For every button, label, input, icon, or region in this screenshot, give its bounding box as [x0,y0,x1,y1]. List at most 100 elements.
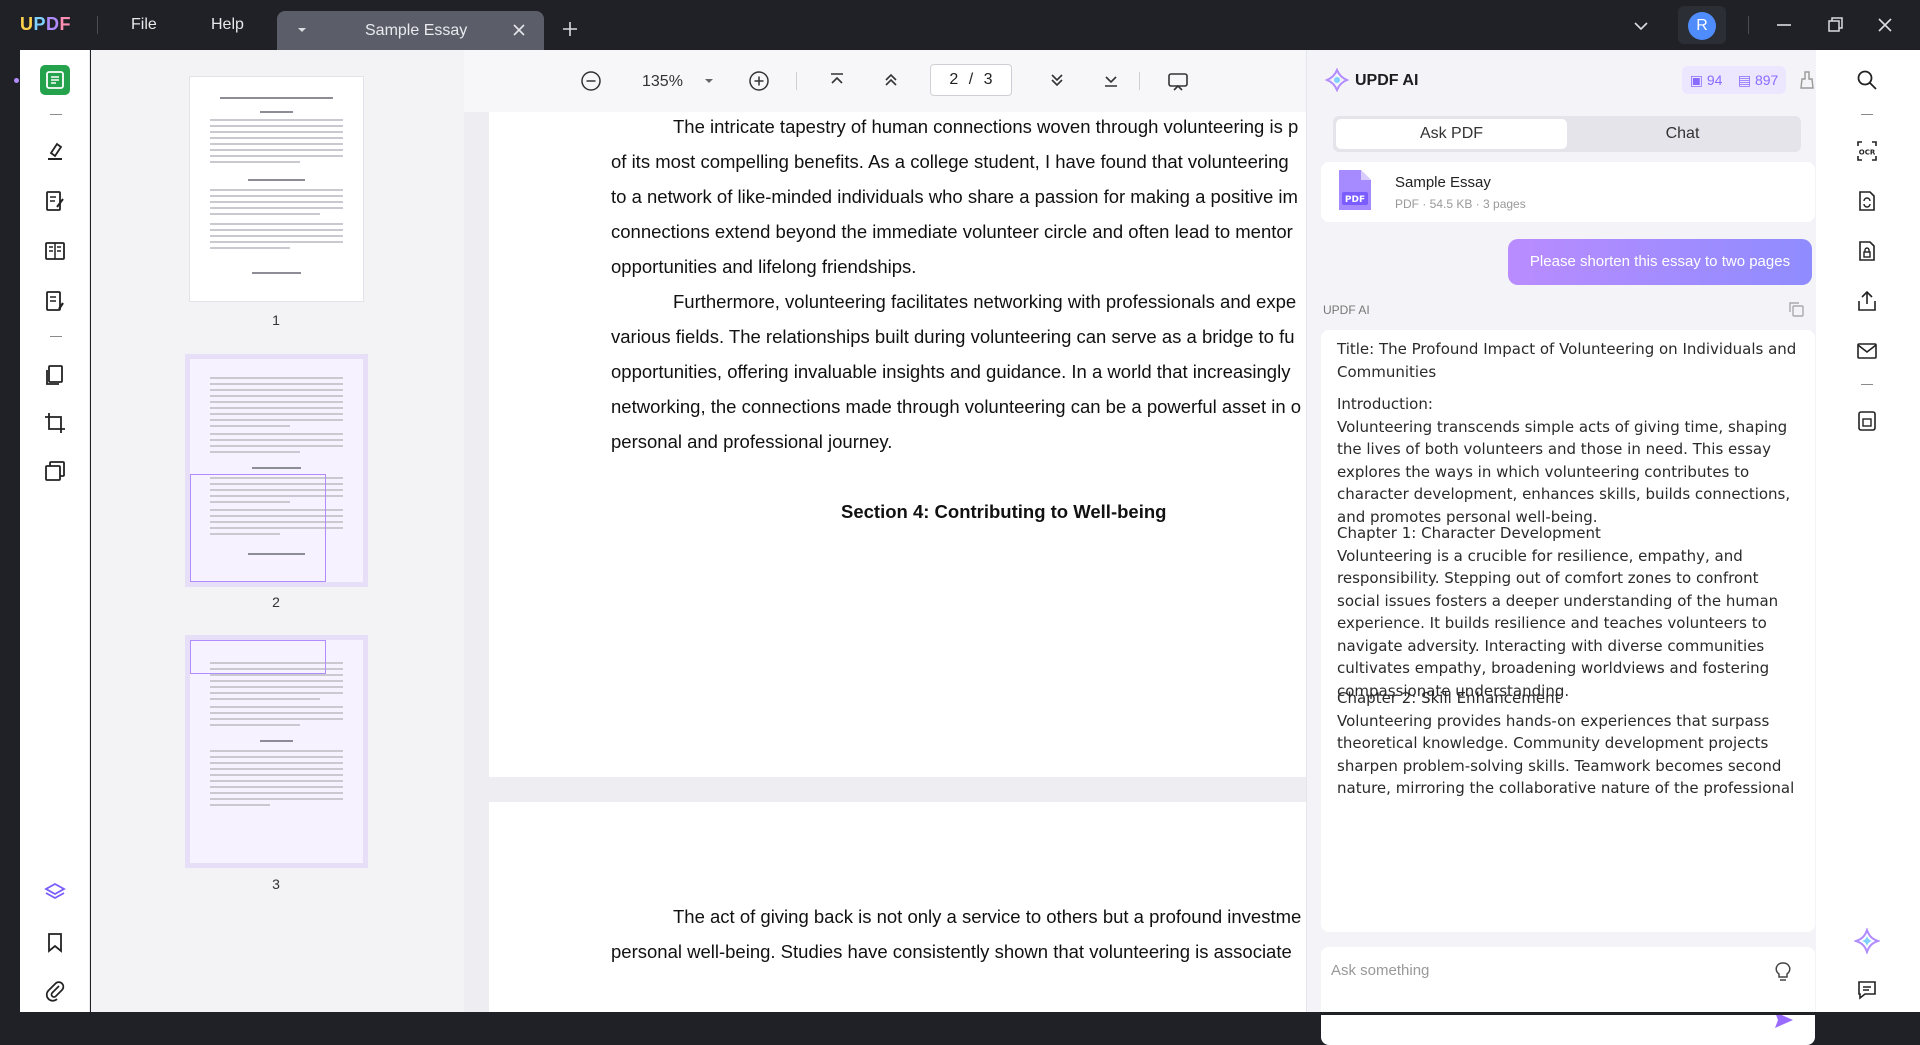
comment-icon [1856,979,1878,1001]
ocr-button[interactable]: OCR [1852,136,1882,166]
zoom-in-icon[interactable] [748,70,770,92]
zoom-dropdown-icon[interactable] [704,76,714,86]
paragraph-line: personal and professional journey. [611,431,893,452]
comments-button[interactable] [1852,975,1882,1005]
edit-document-icon [43,189,67,213]
paragraph-line: The intricate tapestry of human connecti… [673,116,1299,137]
paragraph-line: personal well-being. Studies have consis… [611,941,1292,962]
form-icon [43,289,67,313]
user-message-bubble: Please shorten this essay to two pages [1508,239,1812,285]
zoom-out-icon[interactable] [580,70,602,92]
convert-icon [1855,189,1879,213]
ask-input[interactable] [1331,955,1731,985]
active-dot-indicator [14,78,19,83]
restore-icon[interactable] [1826,16,1844,34]
svg-text:OCR: OCR [1859,149,1876,157]
pages-icon [43,363,67,387]
document-credit-icon: ▣ [1689,71,1703,88]
right-toolbar: OCR [1816,50,1920,1015]
paragraph-line: connections extend beyond the immediate … [611,221,1293,242]
page-tools-button[interactable] [40,360,70,390]
answer-introduction: Introduction: Volunteering transcends si… [1337,395,1791,526]
paragraph-line: networking, the connections made through… [611,396,1302,417]
reader-mode-button[interactable] [40,65,70,95]
chevron-down-icon[interactable] [1632,17,1650,35]
ai-assistant-icon [1854,928,1880,954]
layers-button[interactable] [40,878,70,908]
new-tab-icon[interactable] [561,20,579,38]
updf-ai-button[interactable] [1852,926,1882,956]
layers-icon [43,881,67,905]
edit-pdf-button[interactable] [40,186,70,216]
save-icon [1855,409,1879,433]
ask-input-box [1321,947,1815,1045]
first-page-icon[interactable] [827,70,847,90]
ai-panel-title: UPDF AI [1355,72,1419,89]
document-tab[interactable]: Sample Essay [277,11,544,50]
paragraph-line: Furthermore, volunteering facilitates ne… [673,291,1297,312]
page-number-input[interactable]: 2 / 3 [930,64,1012,96]
avatar[interactable]: R [1688,12,1716,40]
thumbnail-page-3[interactable] [190,640,363,863]
pdf-file-icon: PDF [1339,170,1371,210]
toolbar-divider [1139,72,1140,90]
attachment-button[interactable] [40,976,70,1006]
paperclip-icon [44,980,66,1002]
title-bar: UPDF File Help Sample Essay R [0,0,1920,50]
paragraph-line: opportunities, offering invaluable insig… [611,361,1291,382]
toolbar-divider [1861,114,1873,115]
lock-file-icon [1855,239,1879,263]
ai-panel: UPDF AI ▣ 94 ▤ 897 Ask PDF Chat PDF Samp… [1306,50,1816,1045]
viewport-rectangle[interactable] [190,640,326,674]
fill-sign-button[interactable] [40,286,70,316]
protect-pdf-button[interactable] [1852,236,1882,266]
answer-title: Title: The Profound Impact of Volunteeri… [1337,340,1797,381]
total-pages: 3 [983,71,993,88]
copy-icon[interactable] [1787,300,1805,318]
ocr-icon: OCR [1855,139,1879,163]
thumbnail-label-3: 3 [272,876,280,892]
save-button[interactable] [1852,406,1882,436]
search-button[interactable] [1852,65,1882,95]
thumbnail-page-1[interactable] [190,77,363,301]
credit-count-a: ▣ 94 [1689,71,1723,88]
answer-chapter-1: Chapter 1: Character Development Volunte… [1337,524,1779,700]
tab-ask-pdf[interactable]: Ask PDF [1336,119,1567,149]
close-window-icon[interactable] [1876,16,1894,34]
convert-button[interactable] [1852,186,1882,216]
thumbnail-page-2[interactable] [190,359,363,582]
organize-pages-button[interactable] [40,236,70,266]
menu-file[interactable]: File [131,16,157,34]
credits-badge[interactable]: ▣ 94 ▤ 897 [1682,66,1786,94]
ai-mode-switch: Ask PDF Chat [1333,116,1801,152]
paragraph-line: to a network of like-minded individuals … [611,186,1298,207]
crop-button[interactable] [40,408,70,438]
viewport-rectangle[interactable] [190,474,326,582]
file-name: Sample Essay [1395,174,1491,191]
share-button[interactable] [1852,286,1882,316]
chat-credit-icon: ▤ [1737,71,1752,88]
comment-tool-button[interactable] [40,136,70,166]
next-page-icon[interactable] [1047,70,1067,90]
clean-icon[interactable] [1798,70,1816,90]
lightbulb-icon[interactable] [1773,961,1793,983]
tab-dropdown-icon[interactable] [295,23,309,37]
last-page-icon[interactable] [1101,70,1121,90]
previous-page-icon[interactable] [881,70,901,90]
thumbnail-panel: 1 2 3 [91,50,464,1015]
email-button[interactable] [1852,336,1882,366]
close-tab-icon[interactable] [512,23,526,37]
zoom-level[interactable]: 135% [642,73,683,91]
toolbar-divider [50,114,62,115]
document-viewer: 135% 2 / 3 The intricate tapestry of hum… [464,50,1306,1015]
protect-button[interactable] [40,456,70,486]
file-card[interactable]: PDF Sample Essay PDF · 54.5 KB · 3 pages [1321,162,1815,222]
highlighter-icon [43,139,67,163]
tab-chat[interactable]: Chat [1567,119,1798,149]
paragraph-line: The act of giving back is not only a ser… [673,906,1302,927]
presentation-icon[interactable] [1167,70,1189,92]
paragraph-line: opportunities and lifelong friendships. [611,256,917,277]
menu-help[interactable]: Help [211,16,244,34]
bookmark-button[interactable] [40,927,70,957]
minimize-icon[interactable] [1775,16,1793,34]
